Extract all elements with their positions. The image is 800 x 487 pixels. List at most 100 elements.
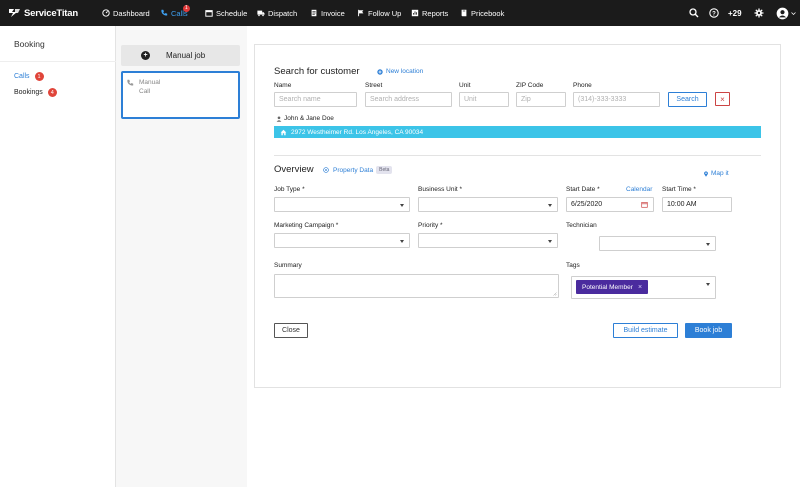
sidebar-title: Booking: [14, 39, 45, 49]
priority-select[interactable]: [418, 233, 558, 248]
nav-reports[interactable]: Reports: [411, 0, 448, 26]
add-circle-icon: [377, 68, 383, 75]
map-it-link[interactable]: Map it: [703, 170, 729, 177]
unit-label: Unit: [459, 82, 471, 89]
sidebar-item-calls-label: Calls: [14, 73, 30, 80]
search-customer-title: Search for customer: [274, 66, 360, 77]
calendar-link[interactable]: Calendar: [626, 186, 652, 193]
search-unit-input[interactable]: Unit: [459, 92, 509, 107]
invoice-icon: [311, 9, 317, 17]
search-icon: [689, 8, 699, 18]
property-data-label: Property Data: [333, 166, 374, 174]
technician-select[interactable]: [599, 236, 716, 251]
reports-icon: [411, 9, 419, 17]
chevron-down-icon: [400, 204, 404, 207]
target-icon: [323, 167, 329, 173]
resize-handle-icon: [553, 292, 557, 296]
property-data-link[interactable]: Property Data Beta: [323, 166, 393, 174]
nav-user-menu[interactable]: [776, 0, 796, 26]
tags-label: Tags: [566, 262, 580, 269]
business-unit-label: Business Unit *: [418, 186, 463, 193]
start-date-label: Start Date *: [566, 186, 600, 193]
name-label: Name: [274, 82, 292, 89]
nav-settings-button[interactable]: [754, 0, 764, 26]
selected-address: 2972 Westheimer Rd. Los Angeles, CA 9003…: [291, 128, 424, 136]
nav-help-button[interactable]: ?: [709, 0, 719, 26]
search-name-input[interactable]: Search name: [274, 92, 357, 107]
clear-search-button[interactable]: ×: [715, 92, 730, 106]
call-card[interactable]: Manual Call: [121, 71, 240, 119]
chevron-down-icon: [706, 283, 710, 286]
job-type-select[interactable]: [274, 197, 410, 212]
nav-pricebook-label: Pricebook: [471, 8, 505, 18]
customer-result[interactable]: John & Jane Doe: [276, 115, 334, 122]
nav-invoice[interactable]: Invoice: [310, 0, 345, 26]
selected-address-bar[interactable]: 2972 Westheimer Rd. Los Angeles, CA 9003…: [274, 126, 761, 138]
close-button[interactable]: Close: [274, 323, 308, 338]
zip-label: ZIP Code: [516, 82, 544, 89]
dashboard-icon: [102, 9, 110, 17]
search-button[interactable]: Search: [668, 92, 707, 107]
priority-label: Priority *: [418, 222, 443, 229]
overview-title: Overview: [274, 164, 314, 175]
tag-label: Potential Member: [582, 283, 633, 291]
calls-column: + Manual job Manual Call: [116, 26, 247, 487]
build-estimate-button[interactable]: Build estimate: [613, 323, 678, 338]
sidebar-bookings-badge: 4: [47, 88, 57, 97]
nav-dispatch[interactable]: Dispatch: [257, 0, 297, 26]
technician-label: Technician: [566, 222, 597, 229]
nav-search-button[interactable]: [689, 0, 699, 26]
marketing-campaign-select[interactable]: [274, 233, 410, 248]
nav-invoice-label: Invoice: [321, 8, 345, 18]
chevron-down-icon: [548, 204, 552, 207]
nav-calls[interactable]: Calls 1: [160, 0, 190, 26]
search-street-input[interactable]: Search address: [365, 92, 452, 107]
sidebar-item-calls[interactable]: Calls 1: [14, 72, 44, 81]
book-job-button[interactable]: Book job: [685, 323, 732, 338]
map-pin-icon: [704, 170, 708, 177]
business-unit-select[interactable]: [418, 197, 558, 212]
chevron-down-icon: [791, 11, 796, 15]
help-icon: ?: [709, 8, 719, 18]
home-icon: [280, 129, 287, 135]
person-icon: [276, 115, 282, 122]
nav-dashboard[interactable]: Dashboard: [102, 0, 150, 26]
flag-icon: [358, 9, 364, 17]
top-navigation-bar: ServiceTitan Dashboard Calls 1 Schedule …: [0, 0, 800, 26]
sidebar-calls-badge: 1: [34, 72, 44, 81]
summary-textarea[interactable]: [274, 274, 559, 298]
brand-name: ServiceTitan: [24, 7, 78, 19]
phone-icon: [127, 79, 134, 86]
nav-count[interactable]: +29: [728, 0, 742, 26]
nav-dispatch-label: Dispatch: [268, 8, 298, 18]
chevron-down-icon: [548, 240, 552, 243]
sidebar-item-bookings[interactable]: Bookings 4: [14, 88, 57, 97]
tag-remove-button[interactable]: ×: [638, 284, 642, 291]
nav-follow-up[interactable]: Follow Up: [357, 0, 401, 26]
book-icon: [461, 9, 467, 17]
nav-reports-label: Reports: [422, 8, 449, 18]
search-zip-input[interactable]: Zip: [516, 92, 566, 107]
nav-pricebook[interactable]: Pricebook: [460, 0, 504, 26]
user-avatar-icon: [776, 7, 789, 19]
customer-name: John & Jane Doe: [284, 115, 334, 122]
svg-text:?: ?: [712, 11, 716, 17]
start-time-input[interactable]: 10:00 AM: [662, 197, 732, 212]
nav-schedule[interactable]: Schedule: [205, 0, 247, 26]
gear-icon: [754, 8, 764, 18]
sidebar-divider: [0, 61, 116, 62]
start-date-input[interactable]: 6/25/2020: [566, 197, 654, 212]
plus-icon: +: [141, 51, 150, 60]
tag-potential-member[interactable]: Potential Member ×: [576, 280, 649, 294]
call-card-subtitle: Call: [139, 88, 151, 95]
nav-schedule-label: Schedule: [216, 8, 248, 18]
chevron-down-icon: [706, 243, 710, 246]
nav-calls-badge: 1: [183, 5, 190, 12]
brand-logo[interactable]: ServiceTitan: [8, 8, 98, 19]
manual-job-button[interactable]: + Manual job: [121, 45, 240, 66]
new-location-label: New location: [386, 68, 424, 75]
new-location-link[interactable]: New location: [377, 68, 423, 75]
phone-label: Phone: [573, 82, 592, 89]
servicetitan-logo-icon: [9, 9, 20, 17]
search-phone-input[interactable]: (314)-333-3333: [573, 92, 660, 107]
